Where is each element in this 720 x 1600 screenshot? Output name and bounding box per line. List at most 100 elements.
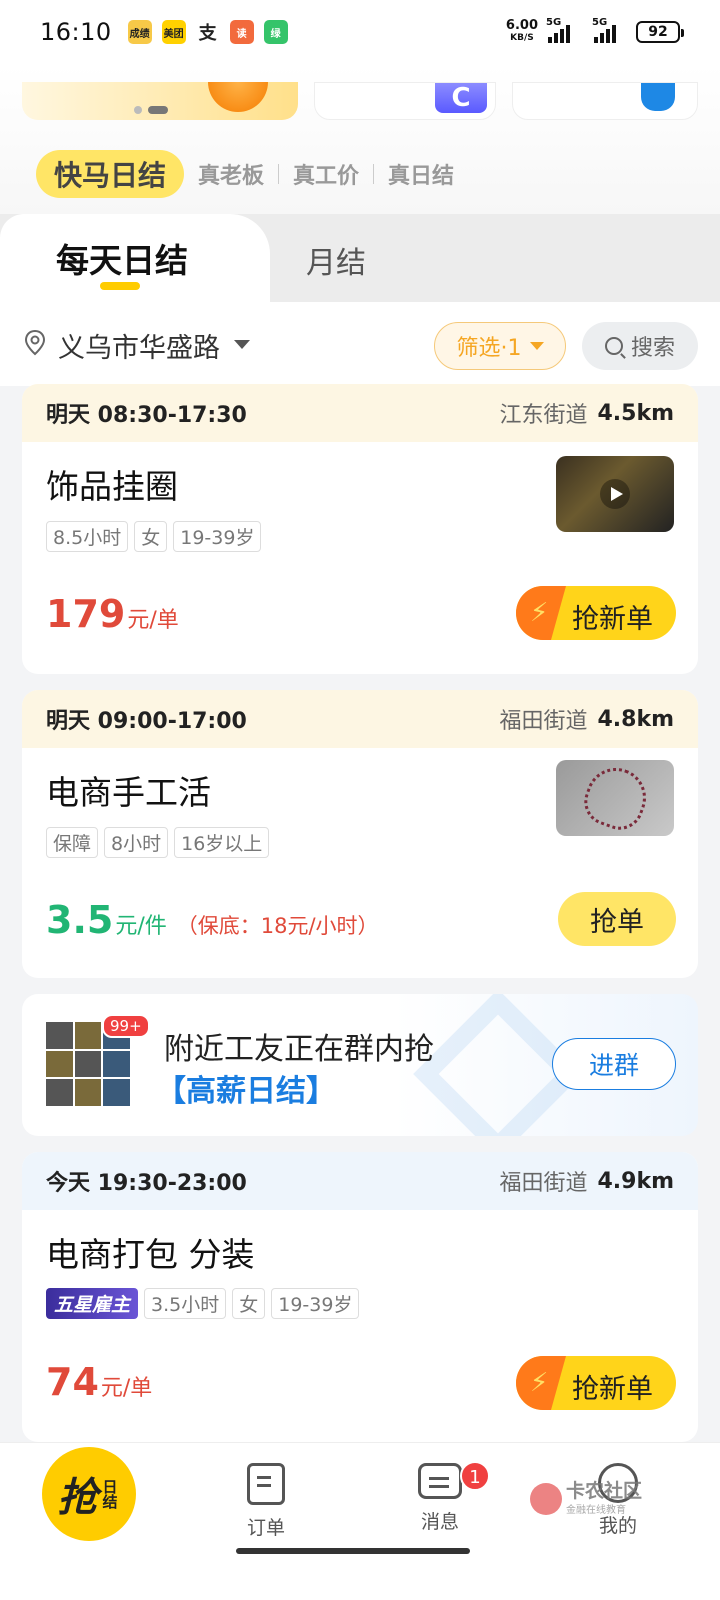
nav-item-orders[interactable]: 订单 [226,1463,306,1540]
watermark-logo-icon [530,1482,562,1515]
group-banner[interactable]: 99+ 附近工友正在群内抢 【高薪日结】 进群 [22,994,698,1136]
play-icon [600,479,630,509]
search-icon [604,337,623,355]
job-tag: 女 [232,1288,266,1319]
search-button[interactable]: 搜索 [582,322,698,370]
meituan-icon: 美团 [161,20,186,44]
message-icon [418,1463,462,1499]
job-card[interactable]: 明天 09:00-17:00 福田街道 4.8km 电商手工活 保障 8小时 1… [22,690,698,978]
promo-banner-2[interactable]: C [314,82,496,120]
brand-slogan: 快马日结 [36,150,185,198]
job-image-thumbnail[interactable] [556,759,674,837]
tab-monthly[interactable]: 月结 [306,238,366,282]
alipay-icon: 支 [195,20,220,44]
job-card[interactable]: 明天 08:30-17:30 江东街道 4.5km 饰品挂圈 8.5小时 女 1… [22,384,698,674]
status-time: 16:10 [40,18,112,46]
carousel-dots [134,106,168,114]
green-app-icon: 绿 [263,20,288,44]
job-tag: 女 [134,521,168,552]
job-distance: 4.9km [597,1168,674,1194]
battery-icon: 92 [636,21,684,43]
member-count-badge: 99+ [102,1014,150,1038]
job-tags: 保障 8小时 16岁以上 [46,827,270,858]
job-tags: 五星雇主 3.5小时 女 19-39岁 [46,1288,360,1319]
lightning-icon: ⚡ [530,1368,549,1398]
bracelet-image [577,759,655,837]
promo-area: C 快马日结 真老板 真工价 真日结 [0,64,720,214]
job-card-header: 明天 08:30-17:30 江东街道 4.5km [22,384,698,442]
location-selector[interactable]: 义乌市华盛路 [58,326,220,365]
slogan-item: 真老板 [198,164,265,189]
tab-indicator [100,282,140,290]
drink-image [208,82,268,112]
status-app-icons: 成绩 美团 支 读 绿 [127,20,288,44]
job-card-header: 明天 09:00-17:00 福田街道 4.8km [22,690,698,748]
grab-order-button[interactable]: 抢单 [558,892,676,946]
guarantee-note: （保底：18元/小时） [176,914,379,938]
blue-app-icon [641,83,675,111]
slogan-item: 真工价 [293,164,360,189]
job-tag: 3.5小时 [144,1288,227,1319]
c-app-icon: C [435,83,487,113]
tab-daily[interactable]: 每天日结 [0,214,270,302]
location-pin-icon [24,330,46,356]
unread-badge: 1 [460,1461,490,1491]
job-title: 电商打包 分装 [46,1235,255,1274]
search-label: 搜索 [630,336,675,361]
job-time: 今天 19:30-23:00 [46,1171,247,1196]
group-banner-title: 附近工友正在群内抢 [164,1032,434,1067]
grab-new-order-button[interactable]: ⚡ 抢新单 [516,586,676,640]
job-street: 福田街道 [499,709,588,734]
home-indicator[interactable] [236,1548,470,1554]
filter-bar: 义乌市华盛路 筛选·1 搜索 [0,302,720,386]
job-tag: 保障 [46,827,99,858]
job-price: 179 元/单 [46,592,179,636]
filter-label: 筛选·1 [456,336,522,361]
five-star-employer-badge: 五星雇主 [46,1288,139,1319]
job-tag: 16岁以上 [174,827,270,858]
grab-new-order-button[interactable]: ⚡ 抢新单 [516,1356,676,1410]
job-card[interactable]: 今天 19:30-23:00 福田街道 4.9km 电商打包 分装 五星雇主 3… [22,1152,698,1442]
filter-button[interactable]: 筛选·1 [434,322,566,370]
job-time: 明天 08:30-17:30 [46,403,247,428]
slogan-item: 真日结 [388,164,455,189]
network-speed: 6.00 KB/S [505,18,538,43]
app-notify-icon: 成绩 [127,20,152,44]
job-time: 明天 09:00-17:00 [46,709,247,734]
slogan-row: 快马日结 真老板 真工价 真日结 [36,150,454,198]
job-tags: 8.5小时 女 19-39岁 [46,521,262,552]
promo-banner-1[interactable] [22,82,298,120]
tab-daily-label: 每天日结 [56,241,188,280]
job-video-thumbnail[interactable] [556,456,674,532]
job-title: 饰品挂圈 [46,467,178,506]
signal-icon: 5G [546,17,570,43]
job-price: 74 元/单 [46,1360,153,1404]
job-street: 福田街道 [499,1171,588,1196]
job-distance: 4.5km [597,400,674,426]
job-title: 电商手工活 [46,773,211,812]
group-banner-highlight: 【高薪日结】 [156,1074,336,1109]
job-distance: 4.8km [597,706,674,732]
job-tag: 19-39岁 [271,1288,360,1319]
job-tag: 8小时 [104,827,169,858]
divider [278,164,280,184]
lightning-icon: ⚡ [530,598,549,628]
divider [373,164,375,184]
order-icon [247,1463,285,1505]
chevron-down-icon [529,342,544,350]
tab-bar: 每天日结 月结 [0,214,720,302]
job-street: 江东街道 [499,403,588,428]
job-tag: 19-39岁 [173,521,262,552]
chevron-down-icon[interactable] [234,340,250,349]
reader-icon: 读 [229,20,254,44]
join-group-button[interactable]: 进群 [552,1038,676,1090]
signal-icon-2: 5G [592,17,616,43]
promo-banner-3[interactable] [512,82,698,120]
status-bar: 16:10 成绩 美团 支 读 绿 6.00 KB/S 5G 5G 92 [0,0,720,64]
bottom-nav: 抢 日结 订单 消息 1 我的 卡农社区 金融在线教育 [0,1442,720,1600]
job-price: 3.5 元/件 （保底：18元/小时） [46,898,379,942]
watermark: 卡农社区 金融在线教育 [530,1481,642,1516]
job-tag: 8.5小时 [46,521,129,552]
nav-grab-button[interactable]: 抢 日结 [42,1447,136,1541]
job-card-header: 今天 19:30-23:00 福田街道 4.9km [22,1152,698,1210]
